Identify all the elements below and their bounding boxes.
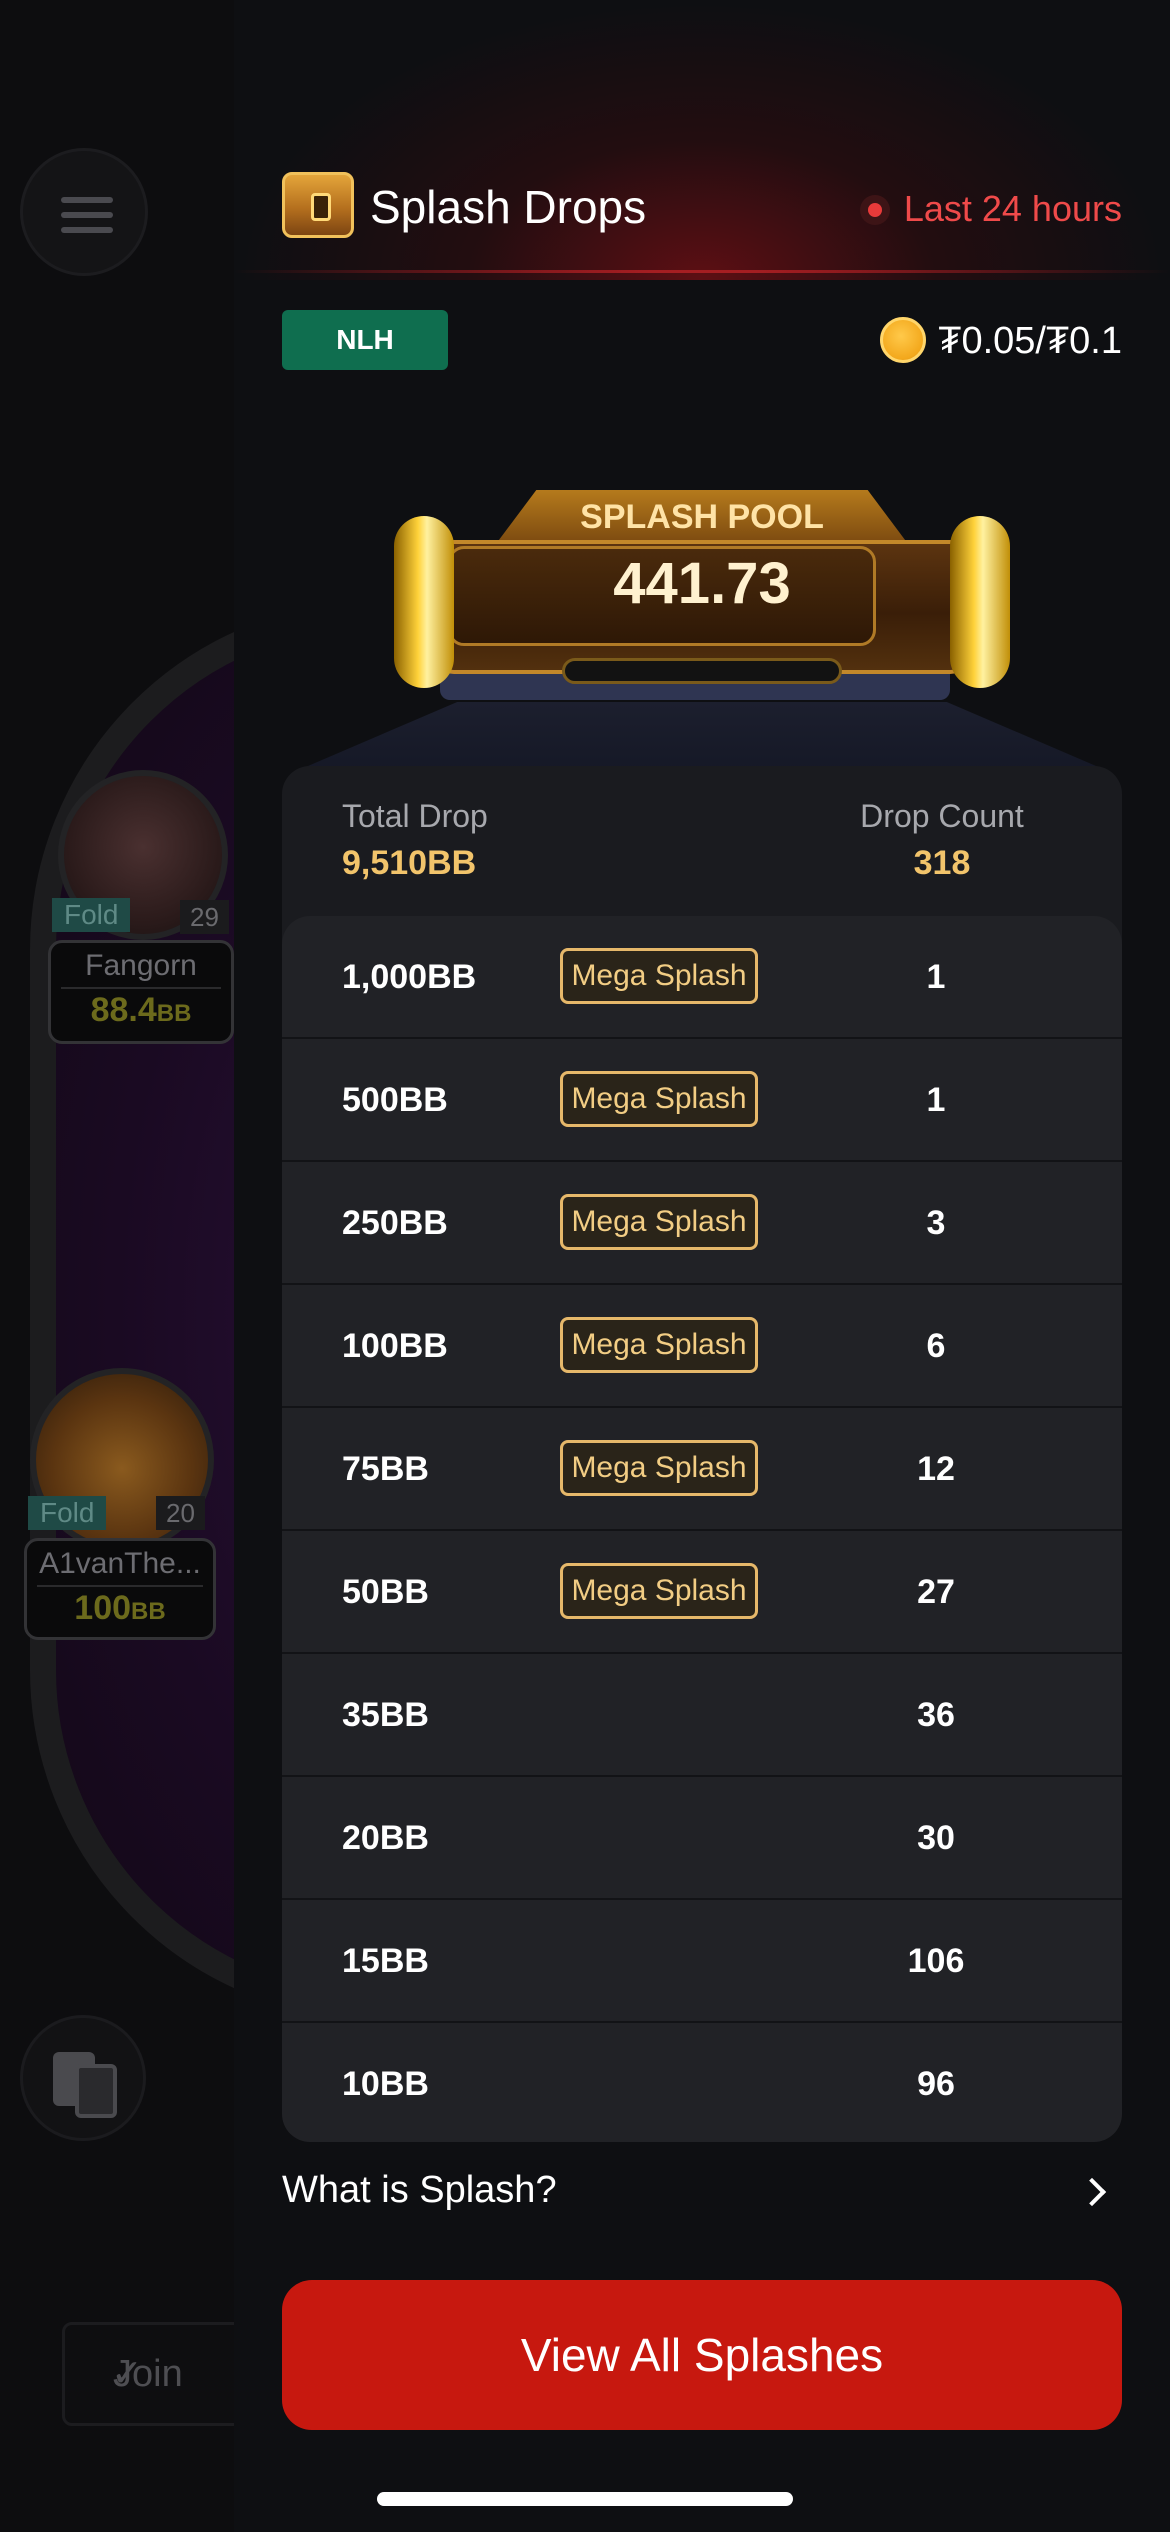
time-period-filter[interactable]: Last 24 hours xyxy=(859,188,1122,230)
drops-table: Total Drop 9,510BB Drop Count 318 1,000B… xyxy=(282,766,1122,2142)
mega-splash-badge: Mega Splash xyxy=(560,1317,758,1373)
drop-amount: 50BB xyxy=(342,1573,429,1611)
pool-label: SPLASH POOL xyxy=(580,498,824,536)
drop-count: 6 xyxy=(926,1327,946,1365)
player-nameplate: A1vanThe... 100BB xyxy=(24,1538,216,1640)
table-row: 15BB 106 xyxy=(282,1900,1122,2023)
join-button[interactable]: ✓ Join xyxy=(62,2322,262,2426)
drop-amount: 100BB xyxy=(342,1327,448,1365)
player-stack: 100BB xyxy=(37,1585,203,1628)
player-name: Fangorn xyxy=(85,949,197,982)
drop-count-label: Drop Count xyxy=(860,798,1024,834)
total-drop-value: 9,510BB xyxy=(342,844,477,882)
treasure-chest-icon xyxy=(282,172,354,238)
pool-value: 441.73 xyxy=(613,551,791,616)
drop-amount: 20BB xyxy=(342,1819,429,1857)
table-row: 500BB Mega Splash 1 xyxy=(282,1039,1122,1162)
table-row: 10BB 96 xyxy=(282,2023,1122,2142)
drop-count: 30 xyxy=(917,1819,955,1857)
drop-count: 1 xyxy=(926,1081,946,1119)
total-drop-label: Total Drop xyxy=(342,798,488,834)
pool-light-beam xyxy=(294,702,1110,772)
player-stack-unit: BB xyxy=(156,1000,192,1027)
fold-badge: Fold xyxy=(52,898,131,932)
drops-rows: 1,000BB Mega Splash 1 500BB Mega Splash … xyxy=(282,916,1122,2142)
home-indicator[interactable] xyxy=(377,2492,793,2506)
drop-count: 36 xyxy=(917,1696,955,1734)
drop-amount: 1,000BB xyxy=(342,958,477,996)
drop-count: 106 xyxy=(907,1942,965,1980)
player-stack: 88.4BB xyxy=(61,987,221,1030)
live-dot-icon xyxy=(859,195,890,225)
mega-splash-badge: Mega Splash xyxy=(560,1440,758,1496)
level-badge: 29 xyxy=(180,900,229,934)
fold-badge: Fold xyxy=(28,1496,107,1530)
table-row: 20BB 30 xyxy=(282,1777,1122,1900)
drops-summary: Total Drop 9,510BB Drop Count 318 xyxy=(282,766,1122,916)
view-all-splashes-button[interactable]: View All Splashes xyxy=(282,2280,1122,2430)
splash-drops-panel: Splash Drops Last 24 hours NLH ₮0.05/₮0.… xyxy=(234,0,1170,2532)
drop-count: 3 xyxy=(926,1204,946,1242)
pool-foot xyxy=(562,658,842,684)
table-row: 75BB Mega Splash 12 xyxy=(282,1408,1122,1531)
player-nameplate: Fangorn 88.4BB xyxy=(48,940,234,1044)
drop-amount: 35BB xyxy=(342,1696,429,1734)
coin-icon xyxy=(880,317,927,363)
mega-splash-badge: Mega Splash xyxy=(560,1071,758,1127)
game-type-badge[interactable]: NLH xyxy=(282,310,448,370)
drop-amount: 500BB xyxy=(342,1081,448,1119)
level-badge: 20 xyxy=(156,1496,205,1530)
table-row: 250BB Mega Splash 3 xyxy=(282,1162,1122,1285)
drop-count: 12 xyxy=(917,1450,955,1488)
drop-amount: 10BB xyxy=(342,2065,429,2103)
drop-count: 1 xyxy=(926,958,946,996)
stakes-label: ₮0.05/₮0.1 xyxy=(938,320,1122,362)
cards-icon-back xyxy=(75,2064,117,2118)
what-is-splash-label: What is Splash? xyxy=(282,2169,557,2211)
table-row: 1,000BB Mega Splash 1 xyxy=(282,916,1122,1039)
table-row: 100BB Mega Splash 6 xyxy=(282,1285,1122,1408)
mega-splash-badge: Mega Splash xyxy=(560,1563,758,1619)
drop-amount: 75BB xyxy=(342,1450,429,1488)
panel-title: Splash Drops xyxy=(370,181,647,233)
table-row: 35BB 36 xyxy=(282,1654,1122,1777)
check-icon: ✓ xyxy=(111,2353,143,2395)
mega-splash-badge: Mega Splash xyxy=(560,948,758,1004)
mega-splash-badge: Mega Splash xyxy=(560,1194,758,1250)
hamburger-icon-bar xyxy=(61,227,113,233)
header-divider xyxy=(234,270,1170,273)
time-period-label: Last 24 hours xyxy=(903,188,1122,229)
drop-count: 96 xyxy=(917,2065,955,2103)
splash-pool-banner: SPLASH POOL 441.73 xyxy=(294,490,1110,772)
menu-button[interactable] xyxy=(20,148,148,276)
hamburger-icon xyxy=(61,197,113,203)
hamburger-icon-bar xyxy=(61,212,113,218)
drop-amount: 250BB xyxy=(342,1204,448,1242)
drop-amount: 15BB xyxy=(342,1942,429,1980)
panel-header: Splash Drops Last 24 hours xyxy=(282,168,1122,244)
chevron-right-icon xyxy=(1077,2177,1107,2207)
player-stack-unit: BB xyxy=(131,1598,166,1625)
show-cards-button[interactable] xyxy=(20,2015,146,2141)
table-row: 50BB Mega Splash 27 xyxy=(282,1531,1122,1654)
player-stack-value: 100 xyxy=(74,1589,132,1627)
stakes-selector[interactable]: ₮0.05/₮0.1 xyxy=(880,314,1122,368)
drop-count-value: 318 xyxy=(913,844,971,882)
drop-count: 27 xyxy=(917,1573,955,1611)
what-is-splash-link[interactable]: What is Splash? xyxy=(282,2160,1122,2220)
player-stack-value: 88.4 xyxy=(90,991,157,1029)
player-name: A1vanThe... xyxy=(39,1547,201,1580)
